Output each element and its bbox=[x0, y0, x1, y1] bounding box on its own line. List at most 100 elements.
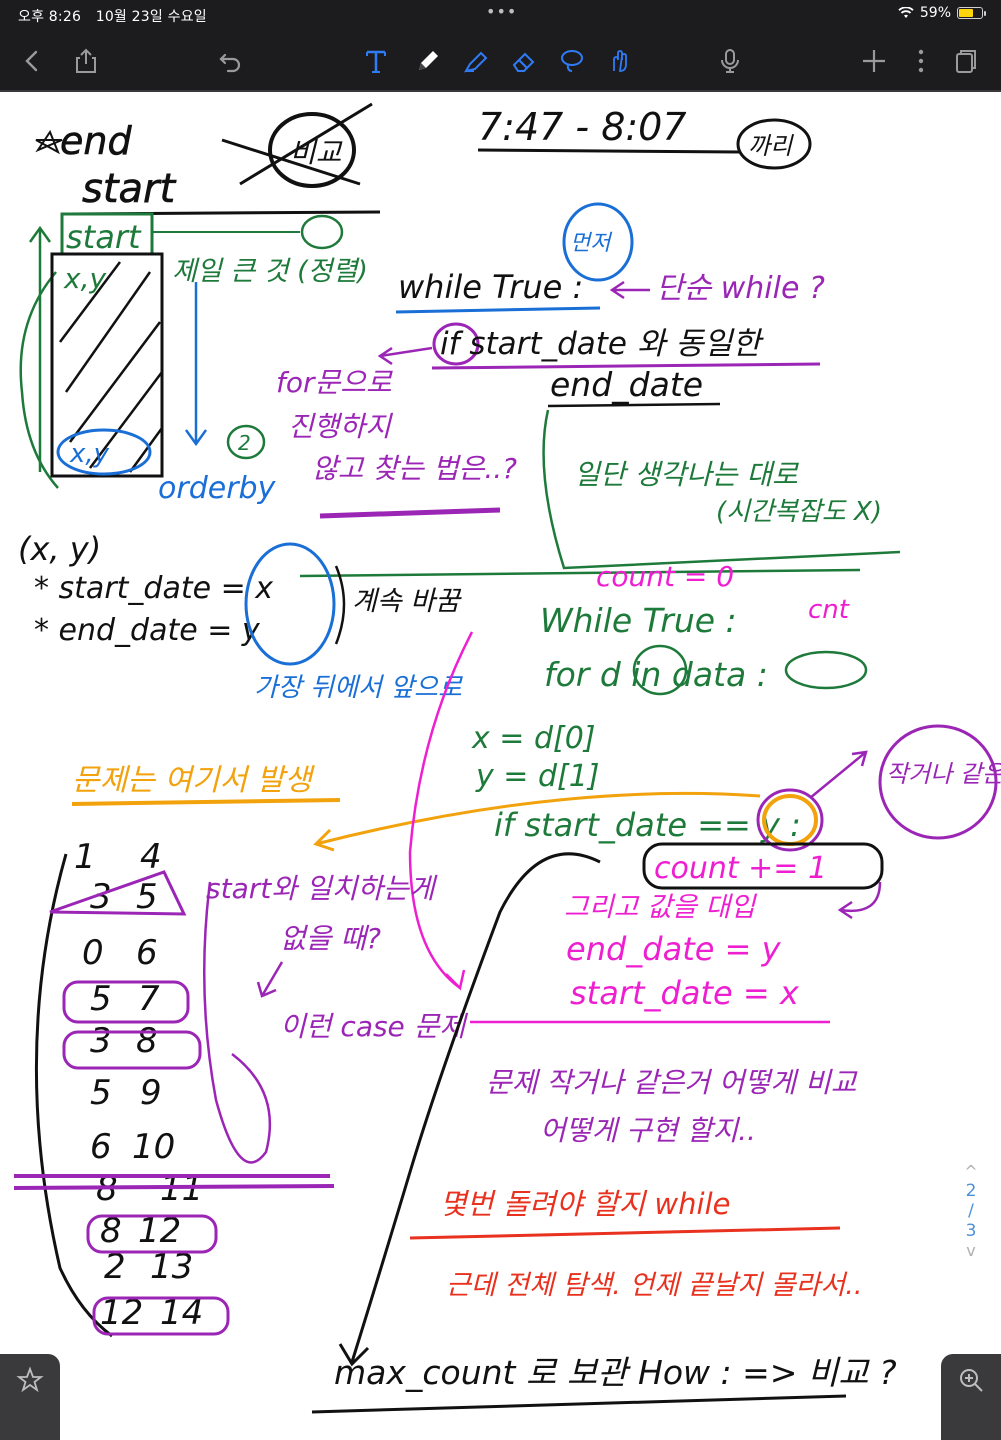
underline-time bbox=[477, 148, 741, 154]
note-for-line: for d in data : bbox=[544, 655, 768, 694]
favorite-button[interactable] bbox=[0, 1354, 60, 1440]
note-two: 2 bbox=[238, 431, 251, 455]
purple-arrow-left bbox=[377, 346, 433, 366]
blue-arrow-down bbox=[184, 282, 208, 447]
note-if-start: if start_date == y : bbox=[494, 806, 801, 844]
note-no-match-2: 없을 때? bbox=[280, 922, 381, 955]
status-bar: 오후 8:26 10월 23일 수요일 ••• 59% bbox=[0, 0, 1001, 30]
pair-end: 9 bbox=[140, 1073, 162, 1113]
microphone-icon[interactable] bbox=[714, 44, 746, 78]
note-compare-1: 문제 작거나 같은거 어떻게 비교 bbox=[486, 1066, 858, 1099]
pair-end: 6 bbox=[136, 933, 158, 973]
zoom-in-icon bbox=[960, 1369, 983, 1392]
circle-green-mark bbox=[300, 214, 344, 250]
pair-end: 7 bbox=[138, 979, 160, 1019]
pair-start: 5 bbox=[90, 979, 112, 1019]
note-start-update: start_date = x bbox=[570, 974, 800, 1012]
note-canvas[interactable]: end start 비교 7:47 - 8:07 까리 start x,y x,… bbox=[0, 92, 1001, 1440]
pen-icon[interactable] bbox=[412, 44, 444, 78]
note-most-front: 가장 뒤에서 앞으로 bbox=[254, 673, 463, 703]
purple-loop-left bbox=[202, 881, 272, 1164]
note-end-assign: * end_date = y bbox=[34, 613, 261, 648]
note-xy-top: x,y bbox=[63, 262, 106, 295]
status-time: 오후 8:26 bbox=[18, 9, 82, 25]
pair-start: 0 bbox=[82, 933, 104, 973]
status-date: 10월 23일 수요일 bbox=[95, 9, 207, 25]
text-tool-icon[interactable] bbox=[360, 44, 392, 78]
note-cnt: cnt bbox=[808, 595, 850, 625]
hand-draw-icon[interactable] bbox=[604, 44, 636, 78]
pair-start: 1 bbox=[74, 837, 96, 877]
box-5-7 bbox=[62, 980, 190, 1024]
note-for-loop-2: 진행하지 bbox=[288, 410, 393, 443]
note-limit: 까리 bbox=[748, 132, 794, 160]
wifi-icon bbox=[898, 7, 914, 18]
status-time-date: 오후 8:26 10월 23일 수요일 bbox=[18, 6, 217, 26]
red-underline bbox=[409, 1226, 841, 1240]
note-y-line: y = d[1] bbox=[475, 759, 600, 794]
pair-end: 5 bbox=[136, 877, 158, 917]
pair-start: 3 bbox=[90, 1021, 112, 1061]
highlighter-icon[interactable] bbox=[460, 44, 492, 78]
note-nodes: 먼저 bbox=[570, 231, 613, 256]
note-start: start bbox=[82, 166, 176, 212]
more-icon[interactable] bbox=[905, 44, 937, 78]
ink-layer: end start 비교 7:47 - 8:07 까리 start x,y x,… bbox=[13, 102, 1001, 1414]
purple-arrow-while bbox=[609, 280, 650, 300]
star-mark bbox=[35, 129, 63, 155]
lasso-icon[interactable] bbox=[556, 44, 588, 78]
share-icon[interactable] bbox=[70, 44, 102, 78]
status-right: 59% bbox=[898, 5, 986, 21]
add-icon[interactable] bbox=[858, 44, 890, 78]
note-smallest: 제일 큰 것 (정렬) bbox=[172, 256, 368, 287]
eraser-icon[interactable] bbox=[508, 44, 540, 78]
note-end-update: end_date = y bbox=[566, 930, 782, 968]
pair-end: 8 bbox=[136, 1021, 158, 1061]
note-no-match-1: start와 일치하는게 bbox=[206, 872, 438, 905]
underline-end-date bbox=[547, 402, 721, 408]
battery-percent: 59% bbox=[919, 5, 951, 21]
pair-start: 6 bbox=[90, 1127, 112, 1167]
note-smaller-equal: 작거나 같은 것 bbox=[886, 760, 1001, 788]
toolbar bbox=[0, 30, 1001, 92]
note-max-count: max_count 로 보관 How : => 비교 ? bbox=[334, 1353, 897, 1392]
note-think-1: 일단 생각나는 대로 bbox=[574, 458, 799, 491]
note-when-stop-2: 근데 전체 탐색. 언제 끝날지 몰라서.. bbox=[446, 1270, 862, 1301]
star-icon bbox=[16, 1366, 44, 1393]
note-start-assign: * start_date = x bbox=[34, 571, 273, 606]
circle-data bbox=[784, 650, 868, 690]
purple-arrow-up bbox=[809, 750, 868, 799]
page-up-icon[interactable]: ^ bbox=[956, 1162, 986, 1181]
note-time: 7:47 - 8:07 bbox=[478, 105, 687, 149]
note-side-start: start bbox=[66, 218, 142, 256]
pages-icon[interactable] bbox=[950, 44, 982, 78]
note-count-inc: count += 1 bbox=[654, 851, 827, 886]
note-if-line: if start_date 와 동일한 bbox=[440, 326, 764, 362]
note-for-loop-1: for문으로 bbox=[276, 366, 393, 399]
page-indicator: ^ 2 / 3 v bbox=[956, 1162, 986, 1260]
triangle-mark bbox=[49, 870, 187, 916]
pair-start: 5 bbox=[90, 1073, 112, 1113]
note-xy-pair: (x, y) bbox=[18, 530, 101, 568]
multitasking-dots-icon[interactable]: ••• bbox=[486, 2, 517, 21]
note-case: 이런 case 문제 bbox=[280, 1010, 468, 1043]
note-xy-bottom: x,y bbox=[69, 439, 110, 469]
note-x-line: x = d[0] bbox=[471, 721, 596, 756]
zoom-button[interactable] bbox=[941, 1354, 1001, 1440]
page-separator: / bbox=[968, 1201, 974, 1221]
blue-underline-while bbox=[395, 306, 601, 314]
back-icon[interactable] bbox=[16, 44, 48, 78]
pair-end: 10 bbox=[132, 1127, 175, 1167]
page-total: 3 bbox=[965, 1221, 977, 1241]
note-while-true-2: While True : bbox=[540, 601, 737, 640]
note-count-init: count = 0 bbox=[596, 560, 734, 593]
note-for-loop-3: 않고 찾는 법은..? bbox=[312, 452, 517, 485]
note-when-stop-1: 몇번 돌려야 할지 while bbox=[440, 1187, 730, 1221]
box-3-8 bbox=[62, 1030, 202, 1070]
orange-underline bbox=[71, 798, 341, 806]
pair-end: 4 bbox=[140, 837, 162, 877]
note-end-date: end_date bbox=[550, 365, 703, 404]
undo-icon[interactable] bbox=[214, 44, 246, 78]
page-down-icon[interactable]: v bbox=[956, 1241, 986, 1260]
note-problem: 문제는 여기서 발생 bbox=[72, 763, 315, 798]
